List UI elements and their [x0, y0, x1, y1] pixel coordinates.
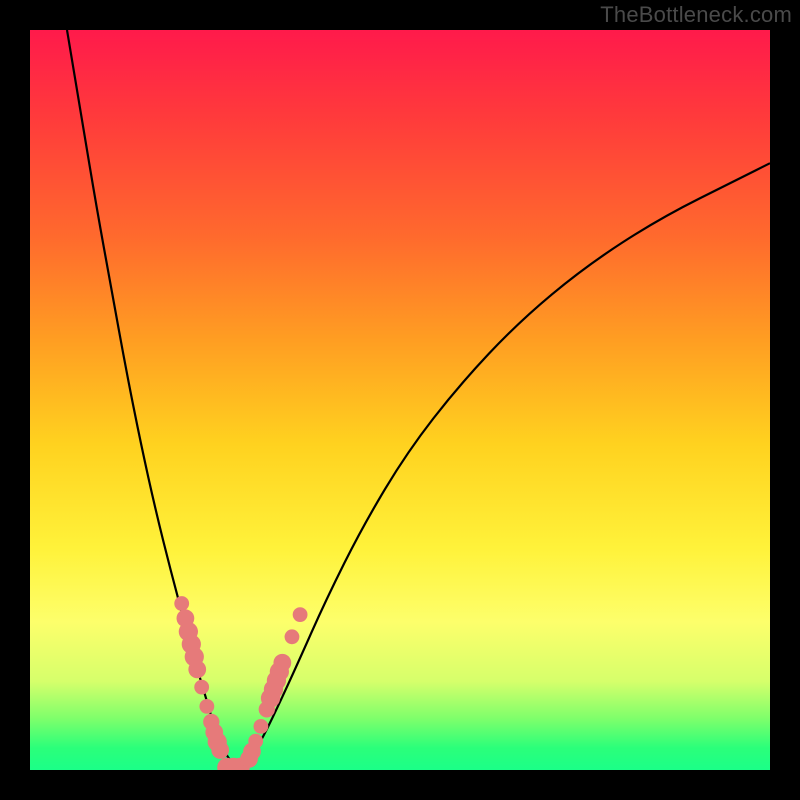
- data-dot: [293, 607, 308, 622]
- data-dot: [253, 719, 268, 734]
- data-dot: [248, 734, 263, 749]
- data-dot: [194, 680, 209, 695]
- data-dot: [174, 596, 189, 611]
- data-dot: [188, 660, 206, 678]
- chart-frame: TheBottleneck.com: [0, 0, 800, 800]
- data-dot: [273, 654, 291, 672]
- data-dot: [211, 741, 229, 759]
- curve-right-branch: [237, 163, 770, 768]
- data-dot: [199, 699, 214, 714]
- watermark-text: TheBottleneck.com: [600, 2, 792, 28]
- chart-svg: [30, 30, 770, 770]
- curve-left-branch: [67, 30, 237, 768]
- data-dot: [285, 629, 300, 644]
- plot-area: [30, 30, 770, 770]
